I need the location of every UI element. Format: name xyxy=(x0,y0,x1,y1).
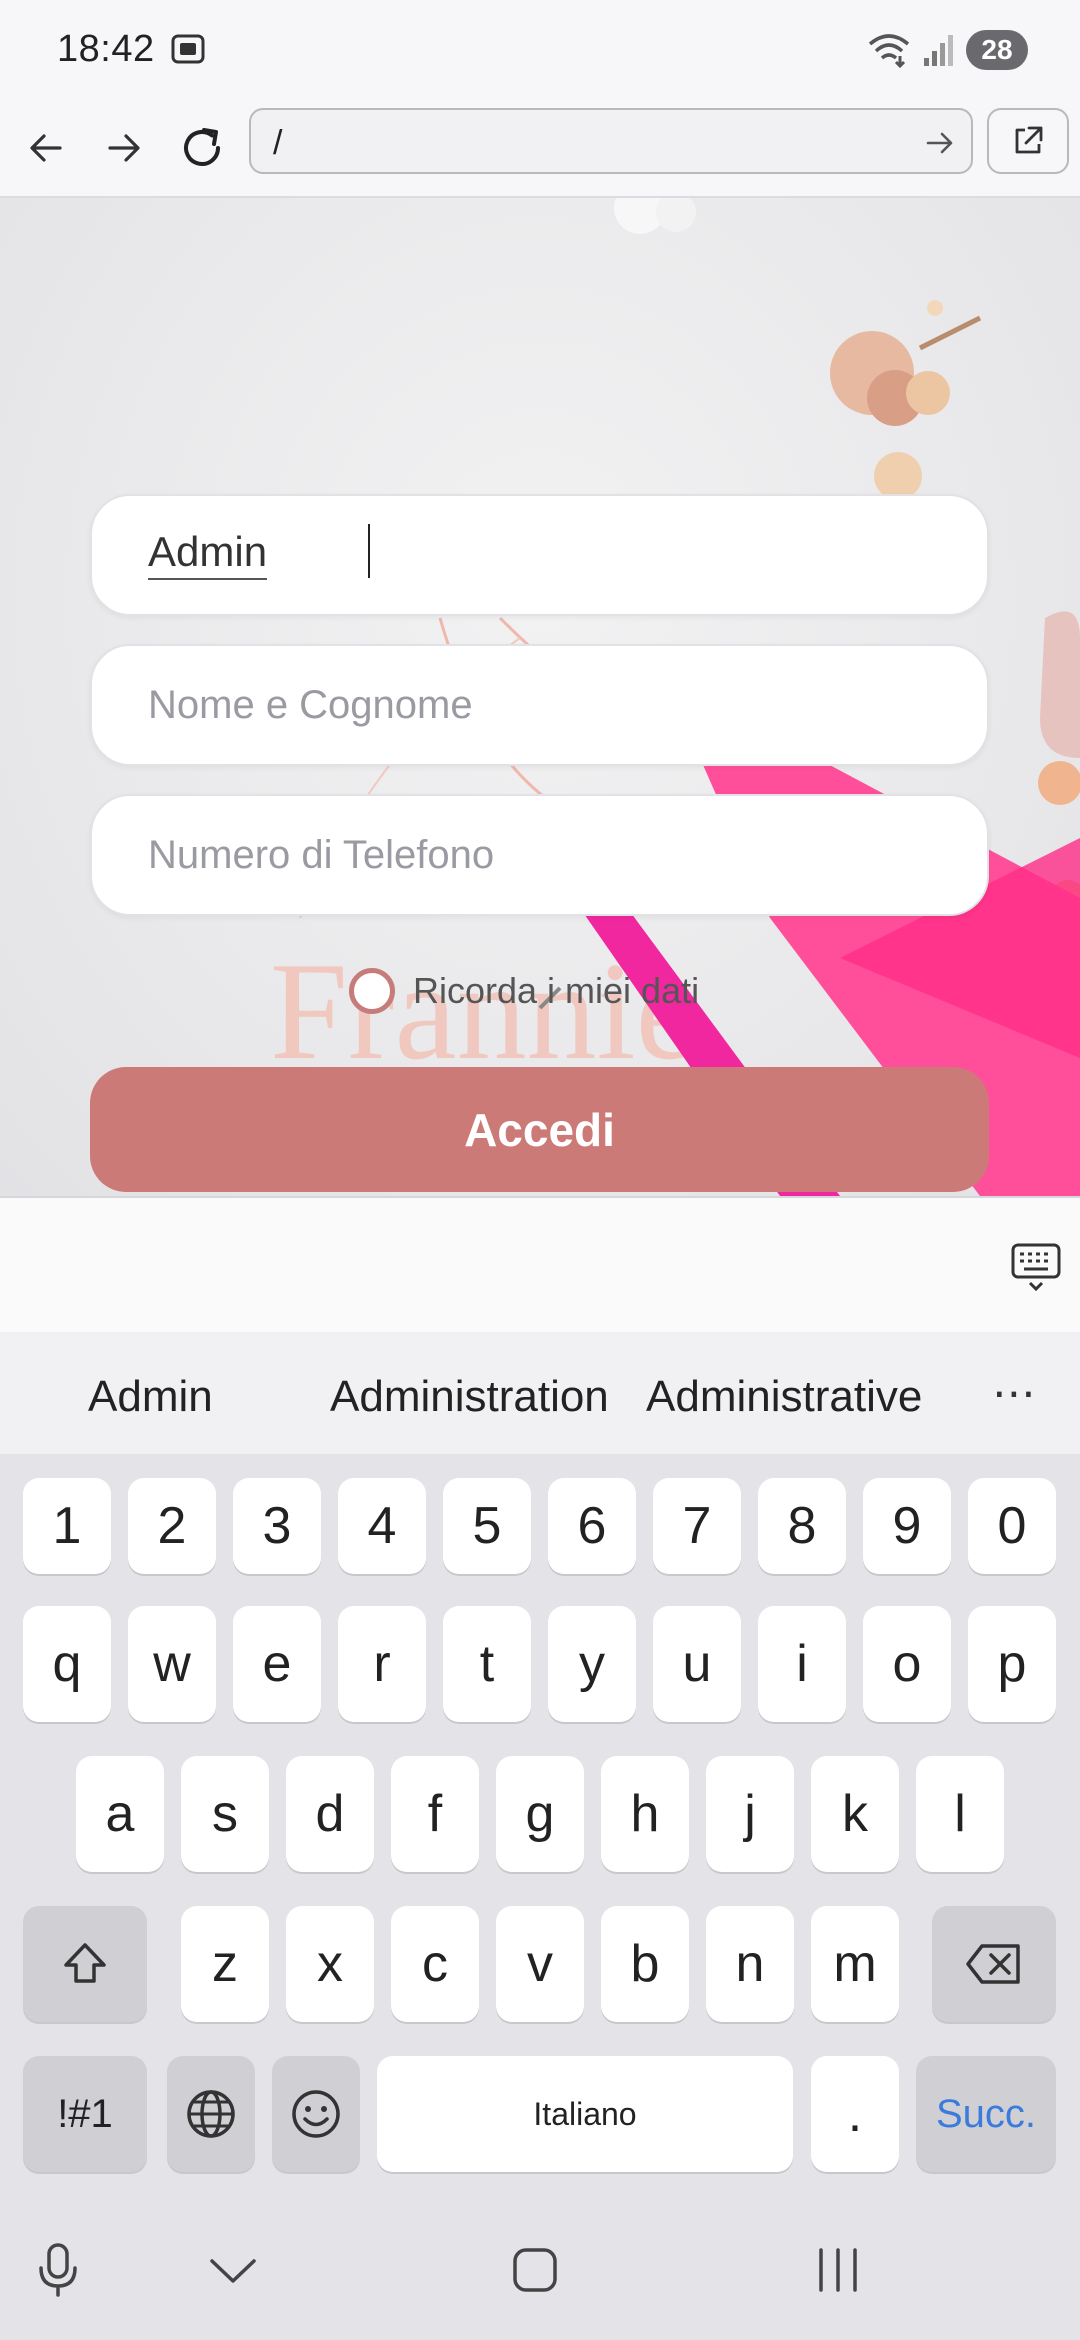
suggestion-item[interactable]: Administrative xyxy=(646,1372,922,1422)
space-key[interactable]: Italiano xyxy=(377,2056,793,2172)
key-0[interactable]: 0 xyxy=(968,1478,1056,1574)
home-button[interactable] xyxy=(505,2240,565,2300)
system-navigation-bar xyxy=(0,2196,1080,2340)
battery-indicator: 28 xyxy=(966,30,1028,70)
key-x[interactable]: x xyxy=(286,1906,374,2022)
key-d[interactable]: d xyxy=(286,1756,374,1872)
status-time: 18:42 xyxy=(57,28,155,70)
remember-radio[interactable] xyxy=(349,968,395,1014)
recents-button[interactable] xyxy=(808,2240,868,2300)
forward-button[interactable] xyxy=(94,118,154,178)
symbols-key[interactable]: !#1 xyxy=(23,2056,147,2172)
shift-key[interactable] xyxy=(23,1906,147,2022)
suggestion-item[interactable]: Admin xyxy=(88,1372,213,1422)
key-6[interactable]: 6 xyxy=(548,1478,636,1574)
phone-field[interactable] xyxy=(90,794,989,916)
key-y[interactable]: y xyxy=(548,1606,636,1722)
remember-me[interactable]: Ricorda i miei dati xyxy=(349,966,699,1016)
home-icon xyxy=(513,2248,557,2292)
key-4[interactable]: 4 xyxy=(338,1478,426,1574)
text-cursor xyxy=(368,524,370,578)
hide-keyboard-button[interactable] xyxy=(203,2240,263,2300)
key-w[interactable]: w xyxy=(128,1606,216,1722)
key-i[interactable]: i xyxy=(758,1606,846,1722)
language-key[interactable] xyxy=(167,2056,255,2172)
key-t[interactable]: t xyxy=(443,1606,531,1722)
key-2[interactable]: 2 xyxy=(128,1478,216,1574)
key-f[interactable]: f xyxy=(391,1756,479,1872)
key-r[interactable]: r xyxy=(338,1606,426,1722)
key-7[interactable]: 7 xyxy=(653,1478,741,1574)
address-text: / xyxy=(273,124,283,162)
reload-icon xyxy=(184,128,220,166)
key-8[interactable]: 8 xyxy=(758,1478,846,1574)
status-bar: 18:42 28 xyxy=(0,0,1080,100)
full-name-field[interactable] xyxy=(90,644,989,766)
signal-icon xyxy=(924,35,953,66)
key-m[interactable]: m xyxy=(811,1906,899,2022)
keyboard: 1 2 3 4 5 6 7 8 9 0 q w e r t y u i o p … xyxy=(0,1454,1080,2196)
key-o[interactable]: o xyxy=(863,1606,951,1722)
wifi-icon xyxy=(868,34,910,69)
open-external-button[interactable] xyxy=(987,108,1069,174)
login-button[interactable]: Accedi xyxy=(90,1067,989,1192)
suggestion-strip: Admin Administration Administrative ⋯ xyxy=(0,1332,1080,1454)
reload-button[interactable] xyxy=(172,118,232,178)
back-button[interactable] xyxy=(16,118,76,178)
key-h[interactable]: h xyxy=(601,1756,689,1872)
key-b[interactable]: b xyxy=(601,1906,689,2022)
backspace-key[interactable] xyxy=(932,1906,1056,2022)
external-link-icon xyxy=(1015,126,1043,154)
key-g[interactable]: g xyxy=(496,1756,584,1872)
key-k[interactable]: k xyxy=(811,1756,899,1872)
remember-label: Ricorda i miei dati xyxy=(413,970,700,1011)
key-l[interactable]: l xyxy=(916,1756,1004,1872)
keyboard-toolbar xyxy=(0,1196,1080,1332)
keyboard-icon[interactable] xyxy=(1010,1242,1062,1292)
more-suggestions-button[interactable]: ⋯ xyxy=(992,1368,1038,1419)
phone-input[interactable] xyxy=(148,824,928,886)
username-value: Admin xyxy=(148,526,268,580)
key-e[interactable]: e xyxy=(233,1606,321,1722)
go-arrow-icon[interactable] xyxy=(923,126,957,160)
chevron-down-icon xyxy=(210,2259,256,2283)
key-1[interactable]: 1 xyxy=(23,1478,111,1574)
key-9[interactable]: 9 xyxy=(863,1478,951,1574)
emoji-key[interactable] xyxy=(272,2056,360,2172)
period-key[interactable]: . xyxy=(811,2056,899,2172)
backspace-icon xyxy=(966,1944,1020,1984)
voice-input-button[interactable] xyxy=(28,2240,88,2300)
full-name-input[interactable] xyxy=(148,674,928,736)
microphone-icon xyxy=(39,2243,77,2297)
key-c[interactable]: c xyxy=(391,1906,479,2022)
key-u[interactable]: u xyxy=(653,1606,741,1722)
key-5[interactable]: 5 xyxy=(443,1478,531,1574)
key-z[interactable]: z xyxy=(181,1906,269,2022)
key-3[interactable]: 3 xyxy=(233,1478,321,1574)
key-p[interactable]: p xyxy=(968,1606,1056,1722)
next-key[interactable]: Succ. xyxy=(916,2056,1056,2172)
key-n[interactable]: n xyxy=(706,1906,794,2022)
arrow-left-icon xyxy=(30,134,62,162)
browser-toolbar: / xyxy=(0,100,1080,198)
login-page: Frannie Admin Ricorda i miei dati Accedi xyxy=(0,198,1080,1196)
key-a[interactable]: a xyxy=(76,1756,164,1872)
emoji-icon xyxy=(292,2090,340,2138)
key-j[interactable]: j xyxy=(706,1756,794,1872)
recents-icon xyxy=(819,2248,857,2292)
username-field[interactable]: Admin xyxy=(90,494,989,616)
shift-icon xyxy=(64,1943,106,1983)
key-v[interactable]: v xyxy=(496,1906,584,2022)
suggestion-item[interactable]: Administration xyxy=(330,1372,609,1422)
address-bar[interactable]: / xyxy=(249,108,973,174)
arrow-right-icon xyxy=(108,134,140,162)
screenshot-icon xyxy=(171,34,205,64)
globe-icon xyxy=(187,2090,235,2138)
key-s[interactable]: s xyxy=(181,1756,269,1872)
key-q[interactable]: q xyxy=(23,1606,111,1722)
